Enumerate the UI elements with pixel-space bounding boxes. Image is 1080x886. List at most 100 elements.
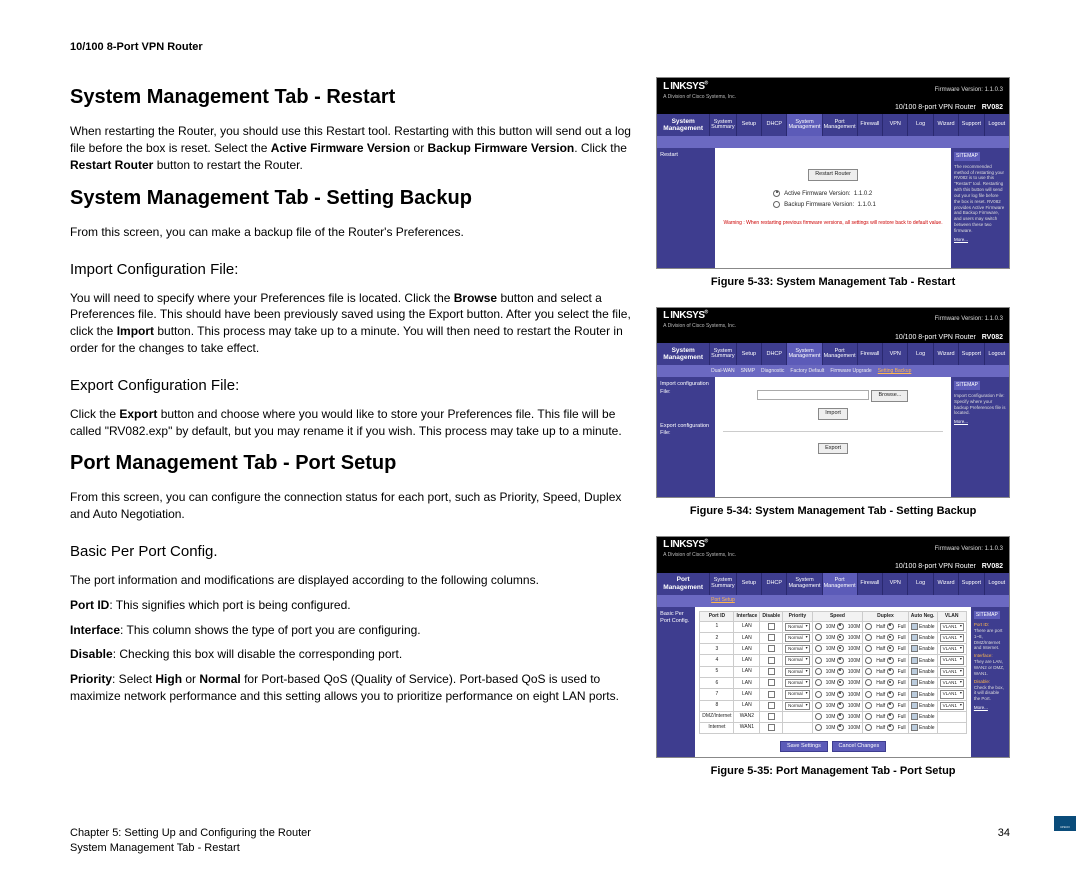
more-link[interactable]: More... [954,237,968,242]
export-button[interactable]: Export [818,443,848,455]
import-button[interactable]: Import [818,408,848,420]
priority-select[interactable]: Normal [785,690,810,698]
tab-portmgmt[interactable]: Port Management [822,573,857,595]
table-header: Speed [812,611,863,621]
tab-firewall[interactable]: Firewall [857,573,882,595]
vlan-select[interactable]: VLAN1 [940,645,964,653]
vlan-select[interactable]: VLAN1 [940,679,964,687]
subtab-snmp[interactable]: SNMP [741,368,755,375]
priority-select[interactable]: Normal [785,656,810,664]
tab-sysmgmt[interactable]: System Management [786,573,821,595]
tab-setup[interactable]: Setup [736,573,761,595]
port-intro: From this screen, you can configure the … [70,489,636,523]
vlan-select[interactable]: VLAN1 [940,623,964,631]
portid-bullet: Port ID: This signifies which port is be… [70,597,636,614]
priority-select[interactable]: Normal [785,623,810,631]
tab-support[interactable]: Support [958,343,983,365]
disable-checkbox[interactable] [768,713,775,720]
table-row: 5LANNormal10M 100MHalf Full EnableVLAN1 [700,666,967,677]
tab-sysmgmt[interactable]: System Management [786,343,821,365]
tab-summary[interactable]: System Summary [709,343,736,365]
tab-log[interactable]: Log [907,343,932,365]
import-paragraph: You will need to specify where your Pref… [70,290,636,357]
disable-checkbox[interactable] [768,668,775,675]
main-tab-label: Port Management [657,573,709,595]
sidebar-label: Basic Per Port Config. [657,607,695,758]
tab-vpn[interactable]: VPN [882,343,907,365]
tab-dhcp[interactable]: DHCP [761,114,786,136]
tab-sysmgmt[interactable]: System Management [786,114,821,136]
tab-setup[interactable]: Setup [736,114,761,136]
disable-checkbox[interactable] [768,679,775,686]
table-header: Auto Neg. [908,611,937,621]
tab-wizard[interactable]: Wizard [933,573,958,595]
vlan-select[interactable]: VLAN1 [940,656,964,664]
tab-log[interactable]: Log [907,114,932,136]
tab-portmgmt[interactable]: Port Management [822,114,857,136]
disable-checkbox[interactable] [768,724,775,731]
more-link[interactable]: More... [974,705,988,710]
sitemap-link[interactable]: SITEMAP [974,611,1000,620]
tab-dhcp[interactable]: DHCP [761,343,786,365]
disable-checkbox[interactable] [768,691,775,698]
vlan-select[interactable]: VLAN1 [940,702,964,710]
tab-logout[interactable]: Logout [984,573,1009,595]
import-file-input[interactable] [757,390,869,400]
priority-select[interactable]: Normal [785,668,810,676]
tab-summary[interactable]: System Summary [709,573,736,595]
radio-active-fw[interactable] [773,190,780,197]
priority-select[interactable]: Normal [785,645,810,653]
table-header: Priority [783,611,813,621]
disable-checkbox[interactable] [768,645,775,652]
sitemap-link[interactable]: SITEMAP [954,381,980,390]
priority-select[interactable]: Normal [785,634,810,642]
table-row: 7LANNormal10M 100MHalf Full EnableVLAN1 [700,689,967,700]
tab-wizard[interactable]: Wizard [933,114,958,136]
restart-router-button[interactable]: Restart Router [808,169,858,181]
tab-logout[interactable]: Logout [984,343,1009,365]
tab-firewall[interactable]: Firewall [857,343,882,365]
browse-button[interactable]: Browse... [871,390,908,402]
tab-logout[interactable]: Logout [984,114,1009,136]
disable-checkbox[interactable] [768,623,775,630]
table-row: 1LANNormal10M 100MHalf Full EnableVLAN1 [700,621,967,632]
tab-vpn[interactable]: VPN [882,573,907,595]
vlan-select[interactable]: VLAN1 [940,634,964,642]
sitemap-link[interactable]: SITEMAP [954,152,980,161]
tab-vpn[interactable]: VPN [882,114,907,136]
table-header: VLAN [937,611,966,621]
tab-support[interactable]: Support [958,114,983,136]
subtab-firmware[interactable]: Firmware Upgrade [830,368,871,375]
subtab-portsetup[interactable]: Port Setup [711,597,735,604]
subtab-diag[interactable]: Diagnostic [761,368,784,375]
cancel-changes-button[interactable]: Cancel Changes [832,741,887,753]
priority-select[interactable]: Normal [785,679,810,687]
figure-34-screenshot: LINKSYS® A Division of Cisco Systems, In… [656,307,1010,499]
tab-wizard[interactable]: Wizard [933,343,958,365]
subtab-dualwan[interactable]: Dual-WAN [711,368,734,375]
more-link[interactable]: More... [954,419,968,424]
radio-backup-fw[interactable] [773,201,780,208]
subtab-factory[interactable]: Factory Default [790,368,824,375]
tab-summary[interactable]: System Summary [709,114,736,136]
port-config-table: Port IDInterfaceDisablePrioritySpeedDupl… [699,611,967,734]
table-row: 8LANNormal10M 100MHalf Full EnableVLAN1 [700,700,967,711]
tab-dhcp[interactable]: DHCP [761,573,786,595]
vlan-select[interactable]: VLAN1 [940,690,964,698]
tab-setup[interactable]: Setup [736,343,761,365]
figure-34-caption: Figure 5-34: System Management Tab - Set… [656,504,1010,519]
tab-portmgmt[interactable]: Port Management [822,343,857,365]
disable-checkbox[interactable] [768,634,775,641]
vlan-select[interactable]: VLAN1 [940,668,964,676]
tab-firewall[interactable]: Firewall [857,114,882,136]
tab-support[interactable]: Support [958,573,983,595]
brand-logo: LINKSYS® [663,309,736,323]
disable-checkbox[interactable] [768,702,775,709]
tab-log[interactable]: Log [907,573,932,595]
priority-select[interactable]: Normal [785,702,810,710]
disable-checkbox[interactable] [768,657,775,664]
figure-33-caption: Figure 5-33: System Management Tab - Res… [656,275,1010,290]
subtab-backup[interactable]: Setting Backup [878,368,912,375]
save-settings-button[interactable]: Save Settings [780,741,828,753]
port-columns-intro: The port information and modifications a… [70,572,636,589]
